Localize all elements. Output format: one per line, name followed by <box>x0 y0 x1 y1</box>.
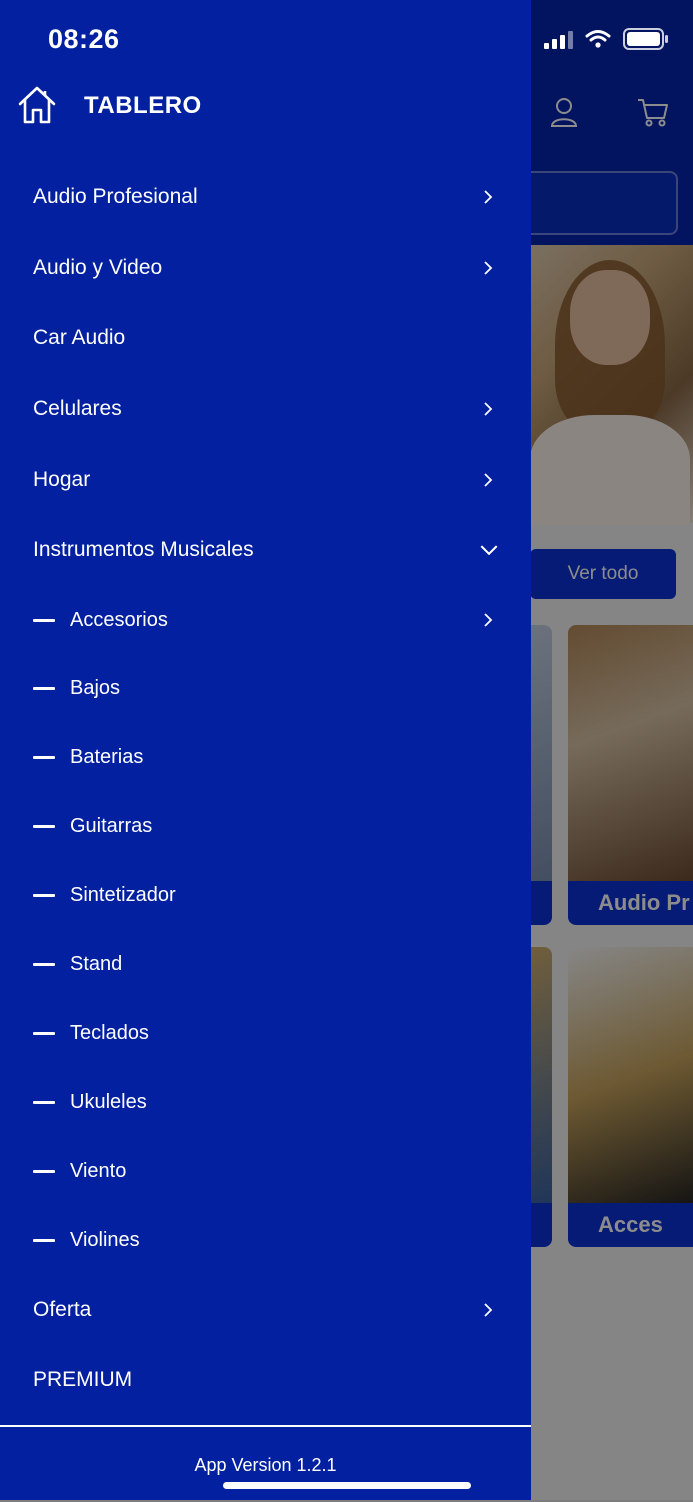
drawer-title: TABLERO <box>84 92 202 119</box>
submenu-item-bajos[interactable]: Bajos <box>0 654 531 723</box>
submenu-item-label: Sintetizador <box>70 884 176 907</box>
menu-item-label: Instrumentos Musicales <box>33 538 254 562</box>
menu-item-audio-y-video[interactable]: Audio y Video <box>0 233 531 304</box>
submenu-item-baterias[interactable]: Baterias <box>0 723 531 792</box>
submenu-item-accesorios[interactable]: Accesorios <box>0 586 531 655</box>
dash-icon <box>33 1100 55 1104</box>
app-version: App Version 1.2.1 <box>194 1455 337 1475</box>
status-icons <box>544 28 669 50</box>
menu-item-label: Celulares <box>33 397 122 421</box>
submenu-item-viento[interactable]: Viento <box>0 1137 531 1206</box>
submenu-item-label: Guitarras <box>70 815 153 838</box>
menu-item-hogar[interactable]: Hogar <box>0 444 531 515</box>
submenu-item-violines[interactable]: Violines <box>0 1206 531 1275</box>
chevron-right-icon <box>484 402 493 416</box>
menu-item-label: Oferta <box>33 1297 92 1321</box>
dash-icon <box>33 618 55 622</box>
menu-item-label: Audio Profesional <box>33 185 198 209</box>
dash-icon <box>33 756 55 760</box>
battery-icon <box>623 28 668 50</box>
menu-item-label: Car Audio <box>33 326 126 350</box>
submenu-item-ukuleles[interactable]: Ukuleles <box>0 1068 531 1137</box>
submenu-item-sintetizador[interactable]: Sintetizador <box>0 861 531 930</box>
submenu-item-teclados[interactable]: Teclados <box>0 999 531 1068</box>
wifi-icon <box>585 30 611 48</box>
drawer-footer: App Version 1.2.1 <box>0 1425 531 1502</box>
chevron-down-icon <box>480 545 498 556</box>
dash-icon <box>33 1031 55 1035</box>
submenu-item-label: Bajos <box>70 677 121 700</box>
submenu-item-label: Baterias <box>70 746 144 769</box>
menu-item-label: Hogar <box>33 467 91 491</box>
menu-item-premium[interactable]: PREMIUM <box>0 1345 531 1416</box>
submenu-item-label: Stand <box>70 952 123 975</box>
menu-item-oferta[interactable]: Oferta <box>0 1274 531 1345</box>
menu-item-label: Audio y Video <box>33 255 163 279</box>
chevron-right-icon <box>484 261 493 275</box>
home-icon <box>18 86 56 124</box>
chevron-right-icon <box>484 1303 493 1317</box>
drawer-header[interactable]: TABLERO <box>0 80 531 134</box>
submenu-item-label: Violines <box>70 1228 140 1251</box>
menu-item-car-audio[interactable]: Car Audio <box>0 303 531 374</box>
menu-item-celulares[interactable]: Celulares <box>0 374 531 445</box>
chevron-right-icon <box>484 473 493 487</box>
dash-icon <box>33 962 55 966</box>
menu-item-label: PREMIUM <box>33 1368 133 1392</box>
submenu-item-label: Accesorios <box>70 608 168 631</box>
submenu-item-guitarras[interactable]: Guitarras <box>0 792 531 861</box>
submenu-item-label: Viento <box>70 1159 127 1182</box>
menu-item-audio-profesional[interactable]: Audio Profesional <box>0 162 531 233</box>
home-indicator <box>223 1482 471 1489</box>
submenu-item-label: Teclados <box>70 1021 149 1044</box>
dash-icon <box>33 825 55 829</box>
dash-icon <box>33 1169 55 1173</box>
submenu-item-label: Ukuleles <box>70 1090 147 1113</box>
dash-icon <box>33 894 55 898</box>
dash-icon <box>33 1238 55 1242</box>
signal-icon <box>544 29 573 49</box>
chevron-right-icon <box>484 190 493 204</box>
category-menu: Audio Profesional Audio y Video Car Audi… <box>0 162 531 1416</box>
menu-item-instrumentos-musicales[interactable]: Instrumentos Musicales <box>0 515 531 586</box>
chevron-right-icon <box>484 613 493 627</box>
dash-icon <box>33 687 55 691</box>
status-time: 08:26 <box>48 24 120 54</box>
navigation-drawer: TABLERO Audio Profesional Audio y Video … <box>0 0 531 1500</box>
submenu-item-stand[interactable]: Stand <box>0 930 531 999</box>
